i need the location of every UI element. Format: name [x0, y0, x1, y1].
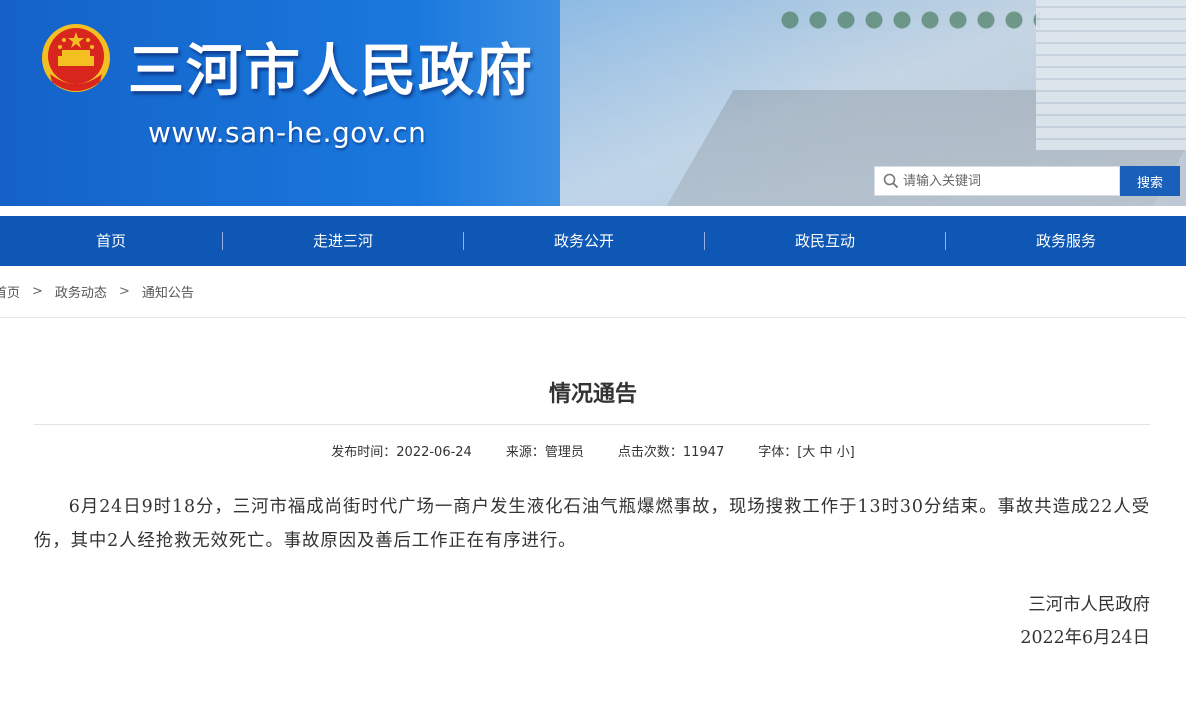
breadcrumb-notices[interactable]: 通知公告: [142, 282, 194, 301]
site-title: 三河市人民政府: [128, 39, 534, 104]
article-signature-block: 三河市人民政府 2022年6月24日: [1020, 589, 1150, 655]
breadcrumb-news[interactable]: 政务动态: [55, 282, 107, 301]
article-source: 来源：管理员: [505, 445, 584, 460]
article-title: 情况通告: [548, 382, 637, 407]
main-nav: 首页 走进三河 政务公开 政民互动 政务服务: [0, 216, 1186, 266]
search-input[interactable]: [903, 169, 1113, 193]
nav-item-public-affairs[interactable]: 政务公开: [464, 216, 704, 266]
font-size-medium-button[interactable]: 中: [819, 445, 832, 460]
font-size-control: 字体：[大 中 小]: [758, 441, 854, 460]
article-meta: 发布时间：2022-06-24 来源：管理员 点击次数：11947 字体：[大 …: [0, 441, 1186, 460]
banner-trees: [780, 0, 1040, 40]
search-button[interactable]: 搜索: [1120, 166, 1180, 196]
search-icon: [883, 173, 899, 189]
article-body: 6月24日9时18分，三河市福成尚街时代广场一商户发生液化石油气瓶爆燃事故，现场…: [34, 497, 1150, 551]
font-size-bracket: ]: [849, 445, 855, 460]
breadcrumb-separator: >: [32, 284, 43, 299]
font-size-small-button[interactable]: 小: [837, 445, 850, 460]
divider: [0, 317, 1186, 318]
nav-item-interaction[interactable]: 政民互动: [705, 216, 945, 266]
signature-date: 2022年6月24日: [1020, 628, 1150, 648]
breadcrumb-separator: >: [118, 284, 130, 299]
national-emblem-icon: [42, 24, 110, 92]
nav-item-services[interactable]: 政务服务: [946, 216, 1186, 266]
breadcrumb-home[interactable]: 首页: [0, 282, 20, 301]
click-count: 点击次数：11947: [617, 445, 725, 460]
banner-building: [1036, 0, 1186, 150]
divider: [34, 424, 1150, 425]
header-banner: 三河市人民政府 www.san-he.gov.cn 搜索: [0, 0, 1186, 206]
site-url: www.san-he.gov.cn: [148, 116, 427, 149]
publish-date: 发布时间：2022-06-24: [331, 445, 472, 460]
nav-item-about[interactable]: 走进三河: [223, 216, 463, 266]
search-bar: 搜索: [874, 166, 1180, 196]
font-size-label: 字体：[: [758, 445, 803, 460]
search-box: [874, 166, 1120, 196]
font-size-large-button[interactable]: 大: [802, 445, 815, 460]
signature-organization: 三河市人民政府: [1028, 595, 1150, 615]
nav-item-home[interactable]: 首页: [0, 216, 222, 266]
breadcrumb: 首页 > 政务动态 > 通知公告: [0, 282, 194, 301]
